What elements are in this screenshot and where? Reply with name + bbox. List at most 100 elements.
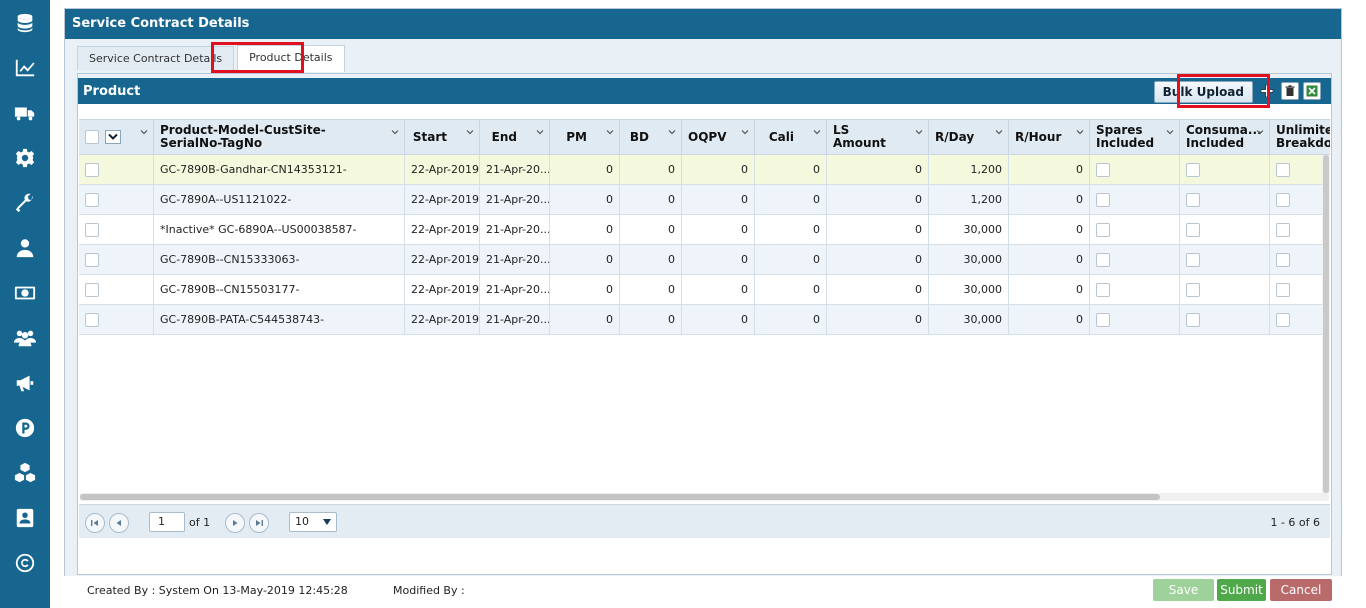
column-menu-chevron-icon[interactable]	[915, 128, 923, 136]
sidebar-truck-item[interactable]	[0, 98, 50, 128]
column-header-consum[interactable]: Consuma... Included	[1180, 120, 1270, 154]
money-icon	[14, 286, 36, 300]
table-row[interactable]: GC-7890B--CN15503177- 22-Apr-2019 21-Apr-2…	[79, 275, 1330, 305]
unlim-checkbox[interactable]	[1276, 252, 1290, 267]
table-row[interactable]: GC-7890A--US1121022- 22-Apr-2019 21-Apr-20…	[79, 185, 1330, 215]
table-row[interactable]: GC-7890B-Gandhar-CN14353121- 22-Apr-2019 2…	[79, 155, 1330, 185]
spares-checkbox[interactable]	[1096, 312, 1110, 327]
row-select-checkbox[interactable]	[85, 252, 99, 267]
unlim-checkbox[interactable]	[1276, 222, 1290, 237]
product-title: Product	[83, 84, 141, 99]
consum-checkbox[interactable]	[1186, 252, 1200, 267]
sidebar-money-item[interactable]	[0, 278, 50, 308]
horizontal-scrollbar[interactable]	[80, 493, 1329, 501]
cell-cali: 0	[755, 245, 827, 274]
column-menu-chevron-icon[interactable]	[140, 128, 148, 136]
unlim-checkbox[interactable]	[1276, 282, 1290, 297]
row-select-checkbox[interactable]	[85, 192, 99, 207]
column-menu-chevron-icon[interactable]	[606, 128, 614, 136]
last-page-icon[interactable]	[249, 513, 269, 533]
column-menu-chevron-icon[interactable]	[536, 128, 544, 136]
delete-icon[interactable]	[1281, 82, 1299, 100]
column-label-end: End	[491, 129, 517, 144]
page-size-select[interactable]: 10	[289, 512, 337, 532]
consum-checkbox[interactable]	[1186, 192, 1200, 207]
select-menu-dropdown[interactable]	[105, 130, 121, 144]
column-header-rday[interactable]: R/Day	[929, 120, 1009, 154]
unlim-checkbox[interactable]	[1276, 192, 1290, 207]
column-label-pm: PM	[566, 129, 587, 144]
row-select-checkbox[interactable]	[85, 282, 99, 297]
first-page-icon[interactable]	[85, 513, 105, 533]
column-menu-chevron-icon[interactable]	[466, 128, 474, 136]
bulk-upload-button[interactable]: Bulk Upload	[1153, 81, 1253, 103]
column-header-name[interactable]: Product-Model-CustSite- SerialNo-TagNo	[154, 120, 405, 154]
table-row[interactable]: GC-7890B--CN15333063- 22-Apr-2019 21-Apr-2…	[79, 245, 1330, 275]
next-page-icon[interactable]	[225, 513, 245, 533]
column-menu-chevron-icon[interactable]	[1166, 128, 1174, 136]
column-header-cali[interactable]: Cali	[755, 120, 827, 154]
row-select-checkbox[interactable]	[85, 312, 99, 327]
excel-export-icon[interactable]	[1303, 82, 1321, 100]
spares-checkbox[interactable]	[1096, 162, 1110, 177]
column-menu-chevron-icon[interactable]	[995, 128, 1003, 136]
sidebar-chart-line-item[interactable]	[0, 53, 50, 83]
consum-checkbox[interactable]	[1186, 222, 1200, 237]
vertical-scrollbar[interactable]	[1322, 155, 1330, 493]
consum-checkbox[interactable]	[1186, 312, 1200, 327]
submit-button[interactable]: Submit	[1217, 579, 1266, 601]
vertical-scroll-thumb[interactable]	[1323, 155, 1329, 493]
column-header-spares[interactable]: Spares Included	[1090, 120, 1180, 154]
cancel-button[interactable]: Cancel	[1270, 579, 1332, 601]
column-menu-chevron-icon[interactable]	[1256, 128, 1264, 136]
column-header-end[interactable]: End	[480, 120, 550, 154]
product-grid: Product-Model-CustSite- SerialNo-TagNo St…	[79, 111, 1330, 503]
tab-product-details[interactable]: Product Details	[237, 45, 345, 72]
table-row[interactable]: *Inactive* GC-6890A--US00038587- 22-Apr-2…	[79, 215, 1330, 245]
sidebar-cubes-item[interactable]	[0, 458, 50, 488]
sidebar-user-item[interactable]	[0, 233, 50, 263]
sidebar-users-item[interactable]	[0, 323, 50, 353]
column-menu-chevron-icon[interactable]	[668, 128, 676, 136]
column-header-unlim[interactable]: Unlimited Breakdo...	[1270, 120, 1330, 154]
spares-checkbox[interactable]	[1096, 192, 1110, 207]
select-all-checkbox[interactable]	[85, 130, 99, 144]
spares-checkbox[interactable]	[1096, 282, 1110, 297]
unlim-checkbox[interactable]	[1276, 312, 1290, 327]
sidebar-database-item[interactable]	[0, 8, 50, 38]
sidebar-contact-card-item[interactable]	[0, 503, 50, 533]
column-menu-chevron-icon[interactable]	[1326, 128, 1330, 136]
sidebar-parking-item[interactable]	[0, 413, 50, 443]
spares-checkbox[interactable]	[1096, 222, 1110, 237]
column-header-pm[interactable]: PM	[550, 120, 620, 154]
sidebar-wrench-item[interactable]	[0, 188, 50, 218]
page-number-input[interactable]: 1	[149, 512, 185, 532]
column-header-check[interactable]	[79, 120, 154, 154]
spares-checkbox[interactable]	[1096, 252, 1110, 267]
save-button[interactable]: Save	[1153, 579, 1214, 601]
copyright-icon	[15, 553, 35, 573]
column-header-bd[interactable]: BD	[620, 120, 682, 154]
column-header-start[interactable]: Start	[405, 120, 480, 154]
sidebar-copyright-item[interactable]	[0, 548, 50, 578]
unlim-checkbox[interactable]	[1276, 162, 1290, 177]
sidebar-gear-item[interactable]	[0, 143, 50, 173]
horizontal-scroll-thumb[interactable]	[80, 494, 1160, 500]
column-menu-chevron-icon[interactable]	[391, 128, 399, 136]
sidebar-megaphone-item[interactable]	[0, 368, 50, 398]
column-menu-chevron-icon[interactable]	[813, 128, 821, 136]
column-header-ls[interactable]: LS Amount	[827, 120, 929, 154]
prev-page-icon[interactable]	[109, 513, 129, 533]
column-menu-chevron-icon[interactable]	[741, 128, 749, 136]
table-row[interactable]: GC-7890B-PATA-C544538743- 22-Apr-2019 21-A…	[79, 305, 1330, 335]
consum-checkbox[interactable]	[1186, 162, 1200, 177]
column-menu-chevron-icon[interactable]	[1076, 128, 1084, 136]
add-row-icon[interactable]	[1258, 82, 1276, 100]
row-select-checkbox[interactable]	[85, 162, 99, 177]
cell-bd: 0	[620, 275, 682, 304]
column-header-rhour[interactable]: R/Hour	[1009, 120, 1090, 154]
column-header-oqpv[interactable]: OQPV	[682, 120, 755, 154]
consum-checkbox[interactable]	[1186, 282, 1200, 297]
tab-service-contract-details[interactable]: Service Contract Details	[77, 46, 235, 70]
row-select-checkbox[interactable]	[85, 222, 99, 237]
